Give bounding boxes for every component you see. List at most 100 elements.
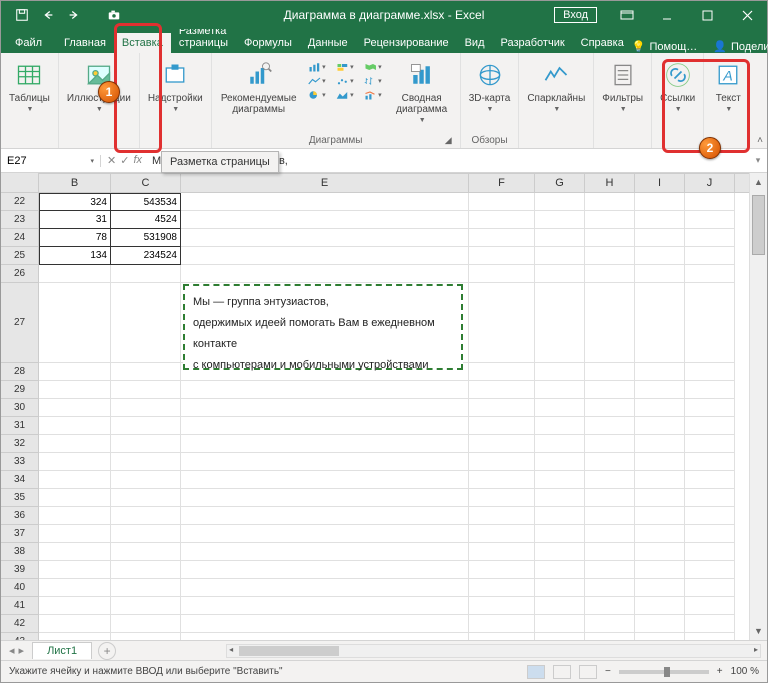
cell[interactable] [39,525,111,543]
cell[interactable] [181,193,469,211]
scroll-up-icon[interactable]: ▲ [750,173,767,191]
cell[interactable] [111,399,181,417]
cell[interactable] [535,247,585,265]
cell[interactable] [111,543,181,561]
cell[interactable] [585,615,635,633]
cell[interactable] [585,363,635,381]
cell[interactable]: 31 [39,211,111,229]
cell[interactable] [535,435,585,453]
cell[interactable] [181,381,469,399]
cell[interactable] [635,247,685,265]
cell[interactable] [585,381,635,399]
enter-icon[interactable]: ✓ [120,154,129,167]
cell[interactable] [635,417,685,435]
cell[interactable] [585,265,635,283]
links-button[interactable]: Ссылки ▼ [658,57,697,115]
cell[interactable] [469,193,535,211]
scatter-chart-icon[interactable]: ▾ [336,75,354,87]
cell[interactable] [111,435,181,453]
cell[interactable] [585,453,635,471]
cell[interactable] [635,211,685,229]
cell[interactable] [635,489,685,507]
cell[interactable] [469,417,535,435]
cell[interactable]: 78 [39,229,111,247]
cell[interactable] [585,399,635,417]
tell-me-icon[interactable]: 💡 [632,40,646,53]
cell[interactable] [535,283,585,363]
cell[interactable] [469,615,535,633]
tab-data[interactable]: Данные [300,33,356,53]
cell[interactable] [111,265,181,283]
cell[interactable] [181,229,469,247]
row-header[interactable]: 32 [1,435,38,453]
cell[interactable] [111,597,181,615]
cell[interactable] [469,579,535,597]
cell[interactable] [685,399,735,417]
inserted-textbox[interactable]: Мы — группа энтузиастов,одержимых идеей … [183,284,463,370]
cell[interactable] [685,543,735,561]
cell[interactable] [535,633,585,640]
cell[interactable] [39,633,111,640]
cell[interactable] [585,489,635,507]
cell[interactable] [685,363,735,381]
cell[interactable] [181,489,469,507]
cell[interactable] [469,211,535,229]
cell[interactable] [685,247,735,265]
cell[interactable] [635,579,685,597]
zoom-slider[interactable] [619,670,709,674]
cell[interactable] [39,399,111,417]
cell[interactable] [181,417,469,435]
cell[interactable] [39,453,111,471]
cell[interactable] [39,615,111,633]
cell[interactable] [585,561,635,579]
cell[interactable] [111,525,181,543]
column-header[interactable]: E [181,174,469,192]
camera-icon[interactable] [107,8,121,22]
new-sheet-button[interactable]: + [98,642,116,660]
bar-chart-icon[interactable]: ▾ [308,61,326,73]
signin-button[interactable]: Вход [554,7,597,23]
cell[interactable] [585,597,635,615]
cell[interactable] [635,615,685,633]
cell[interactable] [535,265,585,283]
row-header[interactable]: 38 [1,543,38,561]
cell[interactable] [111,417,181,435]
name-box[interactable]: E27 ▾ [1,155,101,167]
cell[interactable] [585,435,635,453]
tab-file[interactable]: Файл [1,33,56,53]
close-button[interactable] [727,1,767,29]
tab-developer[interactable]: Разработчик [493,33,573,53]
vertical-scrollbar[interactable]: ▲ ▼ [749,173,767,640]
cell[interactable] [469,399,535,417]
save-icon[interactable] [15,8,29,22]
cell[interactable] [469,265,535,283]
hscroll-thumb[interactable] [239,646,339,656]
page-layout-view-icon[interactable] [553,665,571,679]
scroll-thumb[interactable] [752,195,765,255]
cell[interactable] [635,453,685,471]
page-break-view-icon[interactable] [579,665,597,679]
cell[interactable] [685,417,735,435]
tab-help[interactable]: Справка [573,33,632,53]
cell[interactable] [685,615,735,633]
cell[interactable] [585,247,635,265]
sheet-nav[interactable]: ◂▸ [1,644,32,657]
cell[interactable] [585,417,635,435]
cell[interactable] [181,597,469,615]
cell[interactable] [181,471,469,489]
cell[interactable] [181,507,469,525]
cell[interactable] [685,471,735,489]
share-label[interactable]: Поделиться [731,41,768,53]
cell[interactable] [685,211,735,229]
row-header[interactable]: 39 [1,561,38,579]
share-icon[interactable]: 👤 [713,40,727,53]
cell[interactable] [635,399,685,417]
cell[interactable] [635,471,685,489]
cell[interactable] [585,193,635,211]
row-header[interactable]: 31 [1,417,38,435]
cell[interactable] [535,381,585,399]
zoom-level[interactable]: 100 % [731,666,759,677]
column-header[interactable]: F [469,174,535,192]
cell[interactable] [111,471,181,489]
zoom-in-icon[interactable]: + [717,666,723,677]
